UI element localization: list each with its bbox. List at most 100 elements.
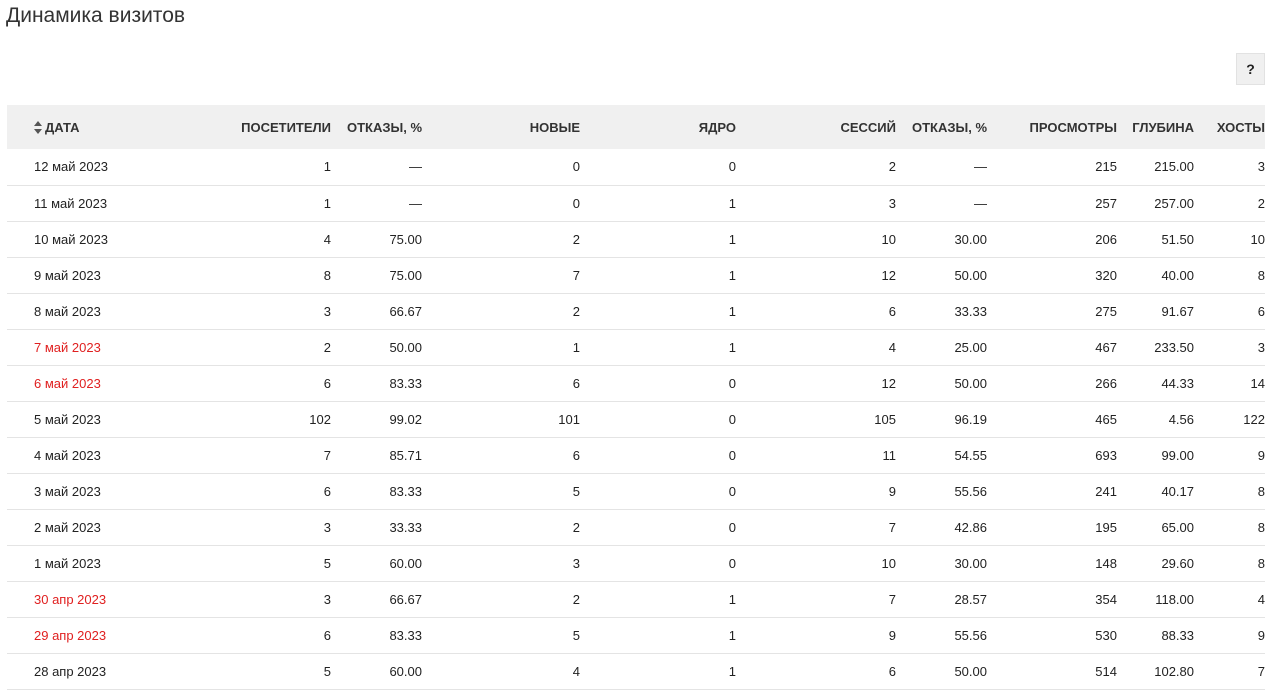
cell-sessions: 12 <box>881 267 896 283</box>
cell-sessions: 9 <box>888 483 896 499</box>
cell-core: 1 <box>728 303 736 319</box>
cell-depth: 29.60 <box>1161 555 1194 571</box>
cell-depth: 65.00 <box>1161 519 1194 535</box>
column-header-pageviews[interactable]: ПРОСМОТРЫ <box>987 105 1117 149</box>
cell-core: 0 <box>728 555 736 571</box>
cell-visitors: 8 <box>323 267 331 283</box>
cell-session-bounces: — <box>974 159 987 175</box>
cell-new: 2 <box>572 231 580 247</box>
cell-date: 3 май 2023 <box>34 483 101 499</box>
cell-visitors: 3 <box>323 591 331 607</box>
column-header-core[interactable]: ЯДРО <box>580 105 736 149</box>
cell-sessions: 7 <box>888 591 896 607</box>
cell-depth: 44.33 <box>1161 375 1194 391</box>
cell-session-bounces: 30.00 <box>954 555 987 571</box>
cell-core: 0 <box>728 447 736 463</box>
cell-date: 11 май 2023 <box>34 195 108 211</box>
cell-hosts: 3 <box>1257 339 1265 355</box>
cell-new: 0 <box>572 159 580 175</box>
cell-depth: 91.67 <box>1161 303 1194 319</box>
cell-visitors: 6 <box>323 483 331 499</box>
cell-visitors: 5 <box>323 555 331 571</box>
cell-bounces: 85.71 <box>389 447 422 463</box>
column-header-new[interactable]: НОВЫЕ <box>422 105 580 149</box>
column-header-date[interactable]: ДАТА <box>7 105 161 149</box>
column-header-visitors[interactable]: ПОСЕТИТЕЛИ <box>161 105 331 149</box>
cell-core: 1 <box>728 195 736 211</box>
cell-visitors: 1 <box>323 159 331 175</box>
cell-pageviews: 354 <box>1095 591 1117 607</box>
column-header-label: ДАТА <box>45 119 80 135</box>
cell-core: 0 <box>728 411 736 427</box>
cell-core: 0 <box>728 519 736 535</box>
column-header-sessions[interactable]: СЕССИЙ <box>736 105 896 149</box>
cell-hosts: 9 <box>1257 627 1265 643</box>
cell-date: 6 май 2023 <box>34 375 101 391</box>
cell-date: 1 май 2023 <box>34 555 101 571</box>
cell-sessions: 7 <box>888 519 896 535</box>
column-header-depth[interactable]: ГЛУБИНА <box>1117 105 1194 149</box>
cell-session-bounces: 50.00 <box>954 267 987 283</box>
cell-depth: 40.00 <box>1161 267 1194 283</box>
cell-hosts: 9 <box>1257 447 1265 463</box>
cell-visitors: 3 <box>323 519 331 535</box>
cell-hosts: 122 <box>1243 411 1265 427</box>
cell-bounces: — <box>409 195 422 211</box>
cell-new: 3 <box>572 555 580 571</box>
cell-pageviews: 530 <box>1095 627 1117 643</box>
column-header-session-bounces[interactable]: ОТКАЗЫ, % <box>896 105 987 149</box>
cell-session-bounces: 25.00 <box>954 339 987 355</box>
cell-sessions: 10 <box>881 231 896 247</box>
cell-bounces: — <box>409 159 422 175</box>
cell-bounces: 75.00 <box>389 231 422 247</box>
cell-hosts: 8 <box>1257 555 1265 571</box>
column-header-hosts[interactable]: ХОСТЫ <box>1194 105 1265 149</box>
cell-new: 2 <box>572 591 580 607</box>
table-row: 3 май 2023 6 83.33 5 0 9 55.56 241 40.17 8 <box>7 473 1265 509</box>
cell-hosts: 14 <box>1250 375 1265 391</box>
cell-new: 6 <box>572 375 580 391</box>
cell-pageviews: 215 <box>1095 159 1117 175</box>
cell-session-bounces: 42.86 <box>954 519 987 535</box>
cell-core: 0 <box>728 375 736 391</box>
table-row: 9 май 2023 8 75.00 7 1 12 50.00 320 40.00 8 <box>7 257 1265 293</box>
cell-new: 7 <box>572 267 580 283</box>
cell-date: 12 май 2023 <box>34 159 109 175</box>
cell-core: 1 <box>728 231 736 247</box>
cell-bounces: 33.33 <box>389 519 422 535</box>
table-row: 1 май 2023 5 60.00 3 0 10 30.00 148 29.60 8 <box>7 545 1265 581</box>
cell-pageviews: 257 <box>1095 195 1117 211</box>
cell-new: 5 <box>572 627 580 643</box>
cell-visitors: 2 <box>323 339 331 355</box>
cell-depth: 88.33 <box>1161 627 1194 643</box>
table-row: 30 апр 2023 3 66.67 2 1 7 28.57 354 118.00 4 <box>7 581 1265 617</box>
column-header-bounces[interactable]: ОТКАЗЫ, % <box>331 105 422 149</box>
cell-sessions: 11 <box>882 447 897 463</box>
cell-depth: 40.17 <box>1161 483 1194 499</box>
cell-pageviews: 241 <box>1095 483 1117 499</box>
cell-date: 2 май 2023 <box>34 519 101 535</box>
table-body: 12 май 2023 1—0 0 2—215 215.00 3 11 май 2023 1—… <box>7 149 1265 689</box>
cell-date: 9 май 2023 <box>34 267 101 283</box>
cell-sessions: 6 <box>888 303 896 319</box>
help-button[interactable]: ? <box>1236 53 1265 85</box>
cell-core: 1 <box>728 591 736 607</box>
page-title: Динамика визитов <box>6 4 186 27</box>
cell-date: 30 апр 2023 <box>34 591 107 607</box>
cell-visitors: 6 <box>323 375 331 391</box>
cell-depth: 233.50 <box>1154 339 1194 355</box>
cell-session-bounces: 54.55 <box>954 447 987 463</box>
cell-depth: 51.50 <box>1161 231 1194 247</box>
cell-bounces: 83.33 <box>389 483 422 499</box>
cell-sessions: 3 <box>888 195 896 211</box>
table-row: 10 май 2023 4 75.00 2 1 10 30.00 206 51.50 10 <box>7 221 1265 257</box>
cell-pageviews: 467 <box>1095 339 1117 355</box>
sort-icon[interactable] <box>34 120 42 134</box>
cell-bounces: 50.00 <box>389 339 422 355</box>
cell-new: 2 <box>572 519 580 535</box>
cell-date: 7 май 2023 <box>34 339 101 355</box>
table-header-row: ДАТА ПОСЕТИТЕЛИ ОТКАЗЫ, % НОВЫЕ ЯДРО СЕС… <box>7 105 1265 149</box>
table-row: 29 апр 2023 6 83.33 5 1 9 55.56 530 88.33 9 <box>7 617 1265 653</box>
table-row: 7 май 2023 2 50.00 1 1 4 25.00 467 233.50 3 <box>7 329 1265 365</box>
cell-sessions: 10 <box>881 555 896 571</box>
